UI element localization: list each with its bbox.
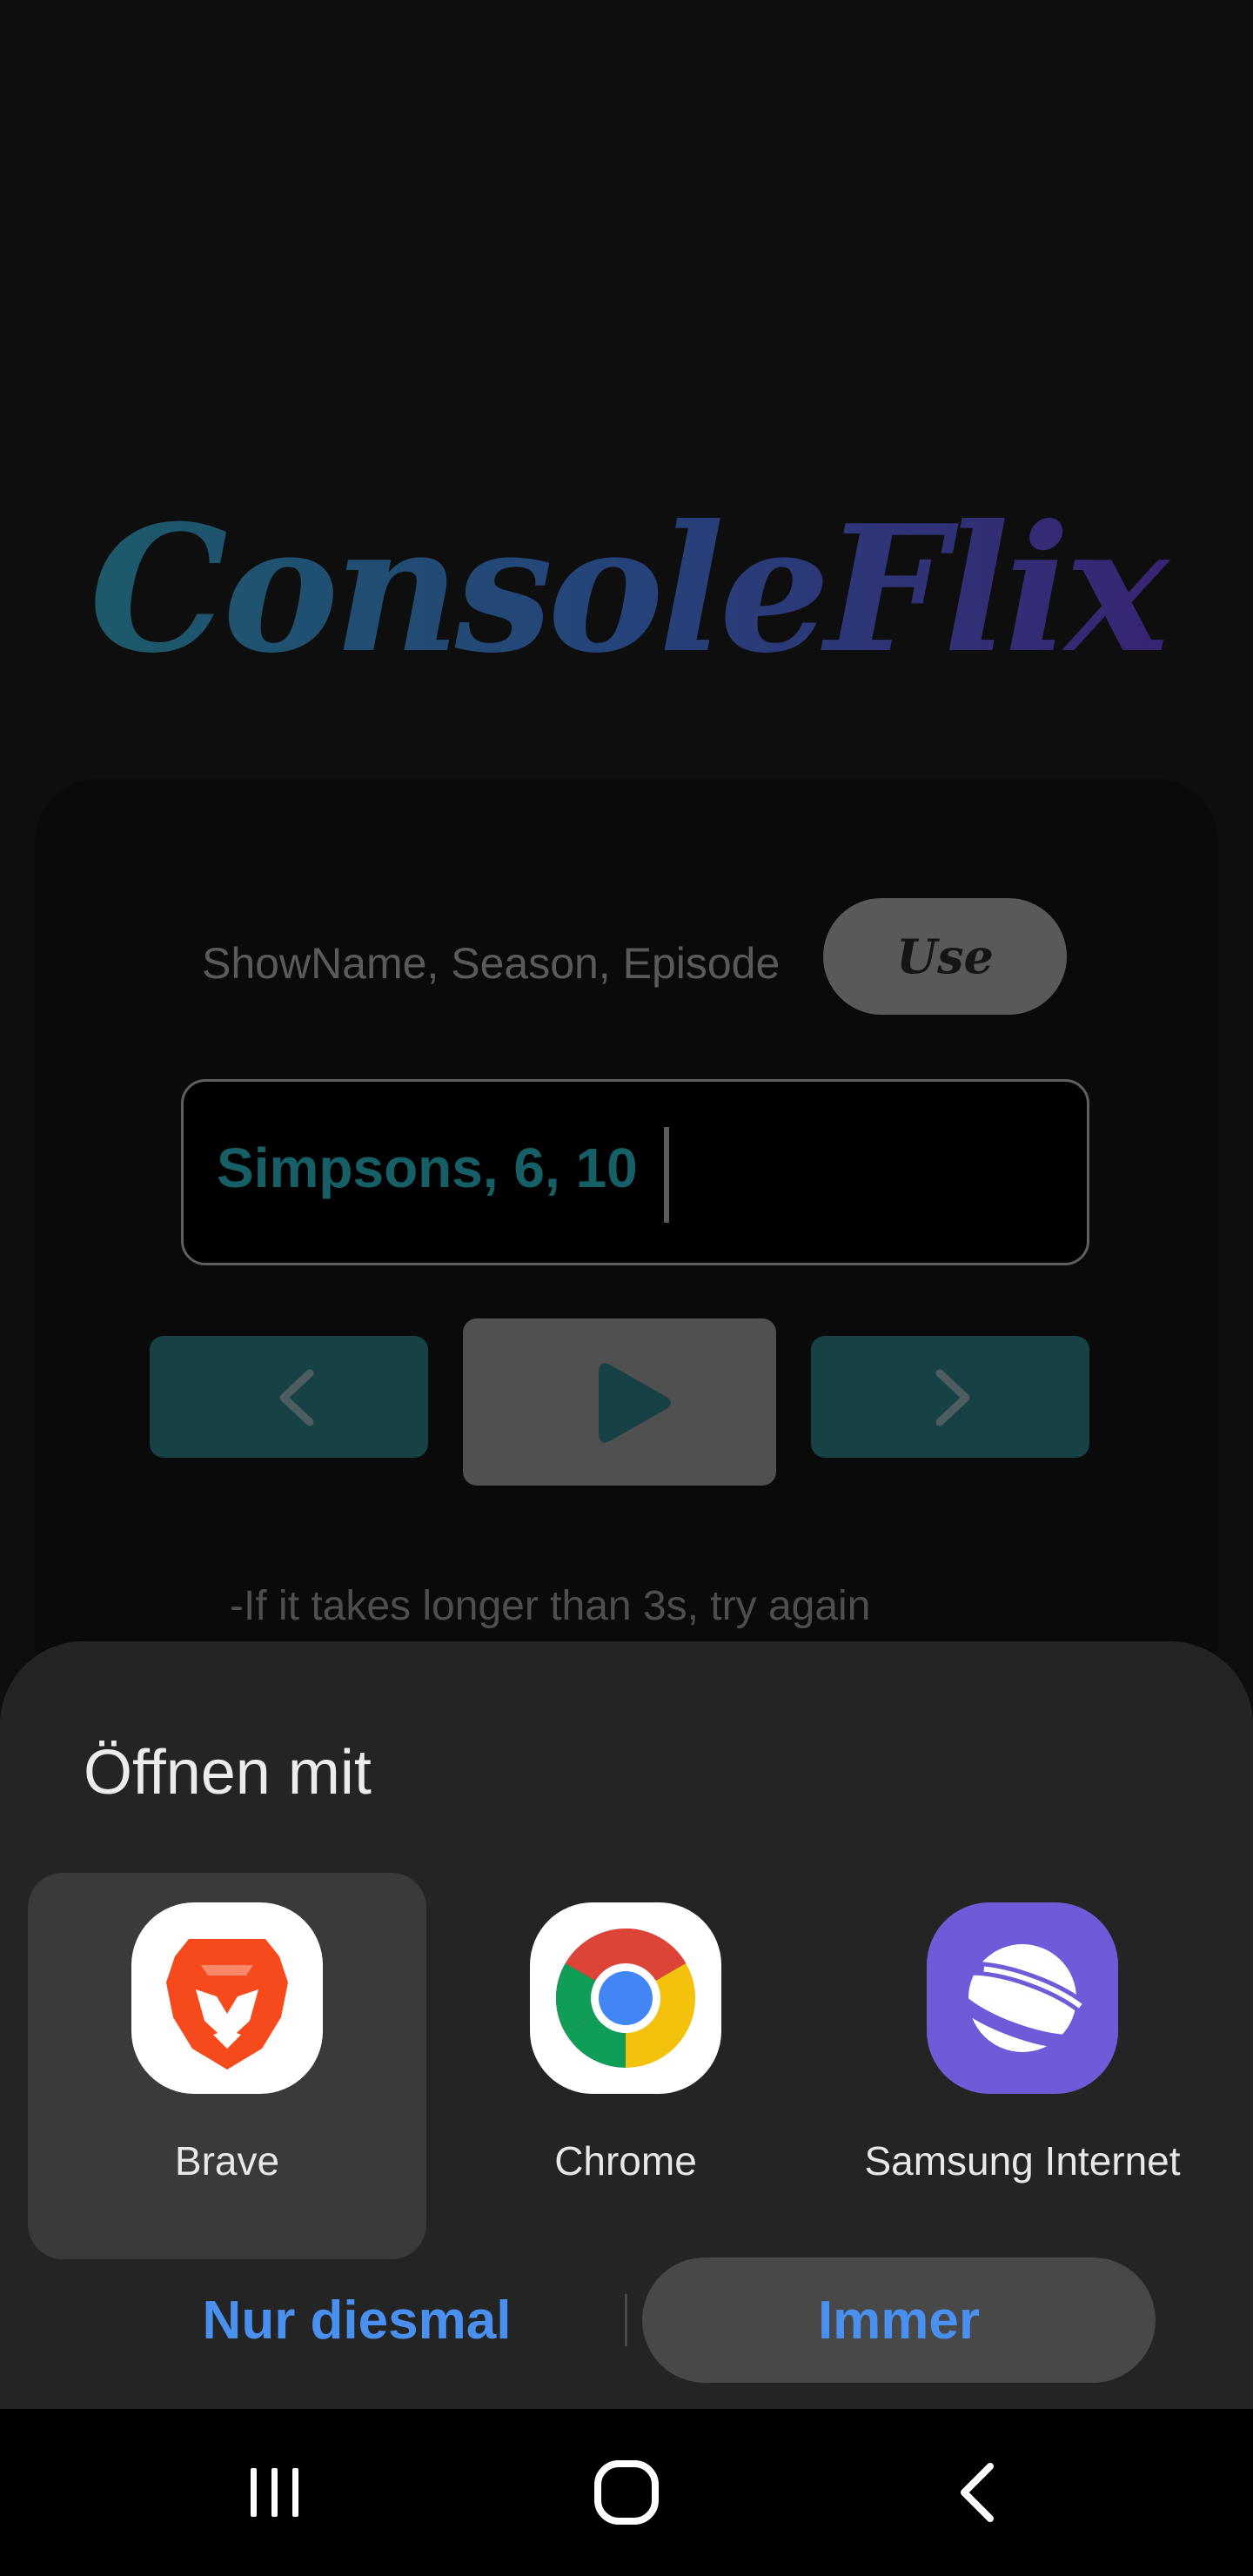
retry-hint: -If it takes longer than 3s, try again (230, 1583, 871, 1629)
app-option-samsung-internet[interactable]: Samsung Internet (823, 1873, 1222, 2259)
back-icon (961, 2463, 994, 2522)
app-option-label: Brave (174, 2138, 280, 2184)
play-button[interactable] (463, 1318, 776, 1486)
recent-apps-icon (251, 2468, 298, 2517)
home-button[interactable] (539, 2409, 714, 2576)
use-button[interactable]: Use (823, 898, 1067, 1015)
consoleflix-logo: ConsoleFlix (0, 487, 1253, 692)
system-navigation-bar (0, 2409, 1253, 2576)
home-icon (594, 2460, 659, 2525)
always-button[interactable]: Immer (642, 2257, 1156, 2383)
chevron-left-icon (279, 1369, 314, 1426)
next-episode-button[interactable] (811, 1336, 1089, 1458)
app-option-brave[interactable]: Brave (28, 1873, 426, 2259)
text-caret (664, 1127, 669, 1223)
app-option-chrome[interactable]: Chrome (426, 1873, 825, 2259)
brave-lion-icon (131, 1902, 323, 2094)
chevron-right-icon (935, 1369, 970, 1426)
previous-episode-button[interactable] (150, 1336, 428, 1458)
recent-apps-button[interactable] (188, 2409, 362, 2576)
app-option-label: Samsung Internet (864, 2138, 1181, 2184)
episode-input-value: Simpsons, 6, 10 (217, 1137, 638, 1199)
samsung-internet-planet-icon (927, 1902, 1118, 2094)
button-divider (625, 2294, 627, 2346)
episode-input[interactable]: Simpsons, 6, 10 (181, 1079, 1089, 1265)
open-with-sheet: Öffnen mit Brave Chrome Samsung Internet… (0, 1641, 1253, 2409)
format-label: ShowName, Season, Episode (202, 939, 781, 988)
app-option-label: Chrome (554, 2138, 697, 2184)
play-icon (599, 1363, 671, 1443)
back-button[interactable] (891, 2409, 1065, 2576)
chrome-icon (530, 1902, 721, 2094)
just-once-button[interactable]: Nur diesmal (122, 2259, 592, 2381)
sheet-title: Öffnen mit (84, 1738, 372, 1808)
